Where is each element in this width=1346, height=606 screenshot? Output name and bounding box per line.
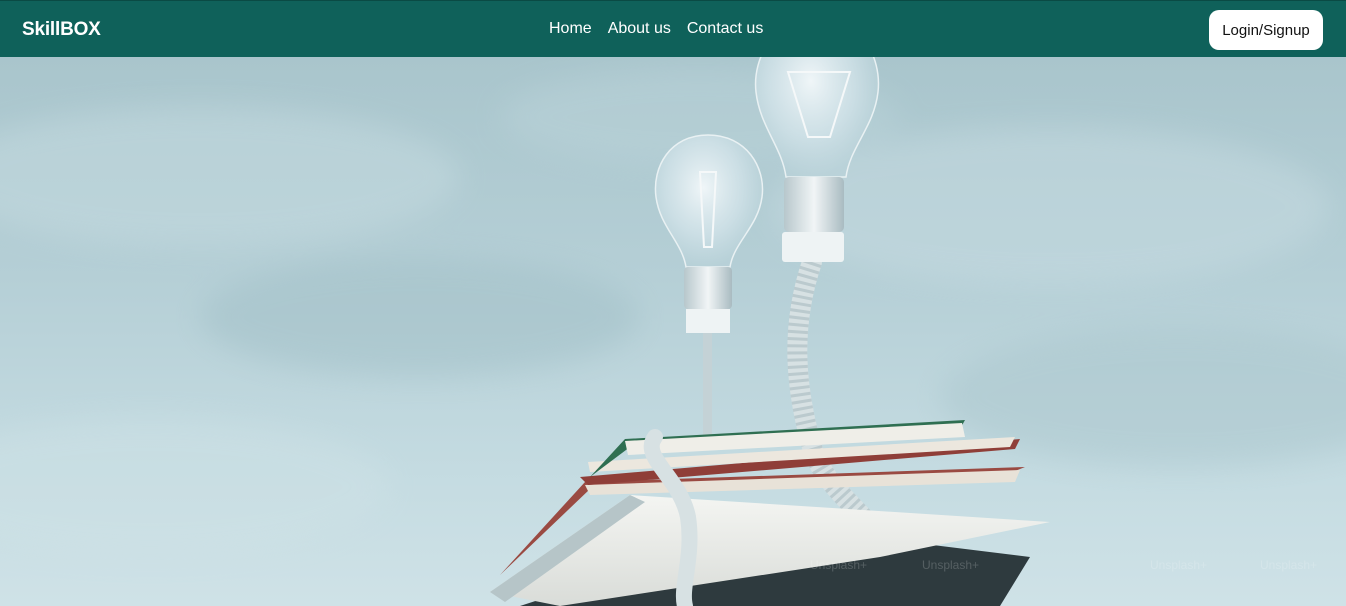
nav-link-contact[interactable]: Contact us (687, 20, 763, 38)
book-stack (490, 420, 1050, 606)
svg-text:Unsplash+: Unsplash+ (922, 558, 979, 572)
svg-text:Unsplash+: Unsplash+ (1150, 558, 1207, 572)
left-light-bulb (654, 134, 764, 333)
svg-text:Unsplash+: Unsplash+ (810, 558, 867, 572)
hero-illustration: Unsplash+ Unsplash+ Unsplash+ Unsplash+ (0, 57, 1346, 606)
nav-link-home[interactable]: Home (549, 20, 592, 38)
svg-text:Unsplash+: Unsplash+ (1260, 558, 1317, 572)
login-signup-button[interactable]: Login/Signup (1209, 10, 1323, 50)
nav-links: Home About us Contact us (549, 20, 763, 38)
brand-logo[interactable]: SkillBOX (22, 19, 101, 41)
navbar: SkillBOX Home About us Contact us Login/… (0, 0, 1346, 57)
hero-image: Unsplash+ Unsplash+ Unsplash+ Unsplash+ (0, 57, 1346, 606)
left-bulb-cord (703, 332, 712, 442)
nav-link-about[interactable]: About us (608, 20, 671, 38)
